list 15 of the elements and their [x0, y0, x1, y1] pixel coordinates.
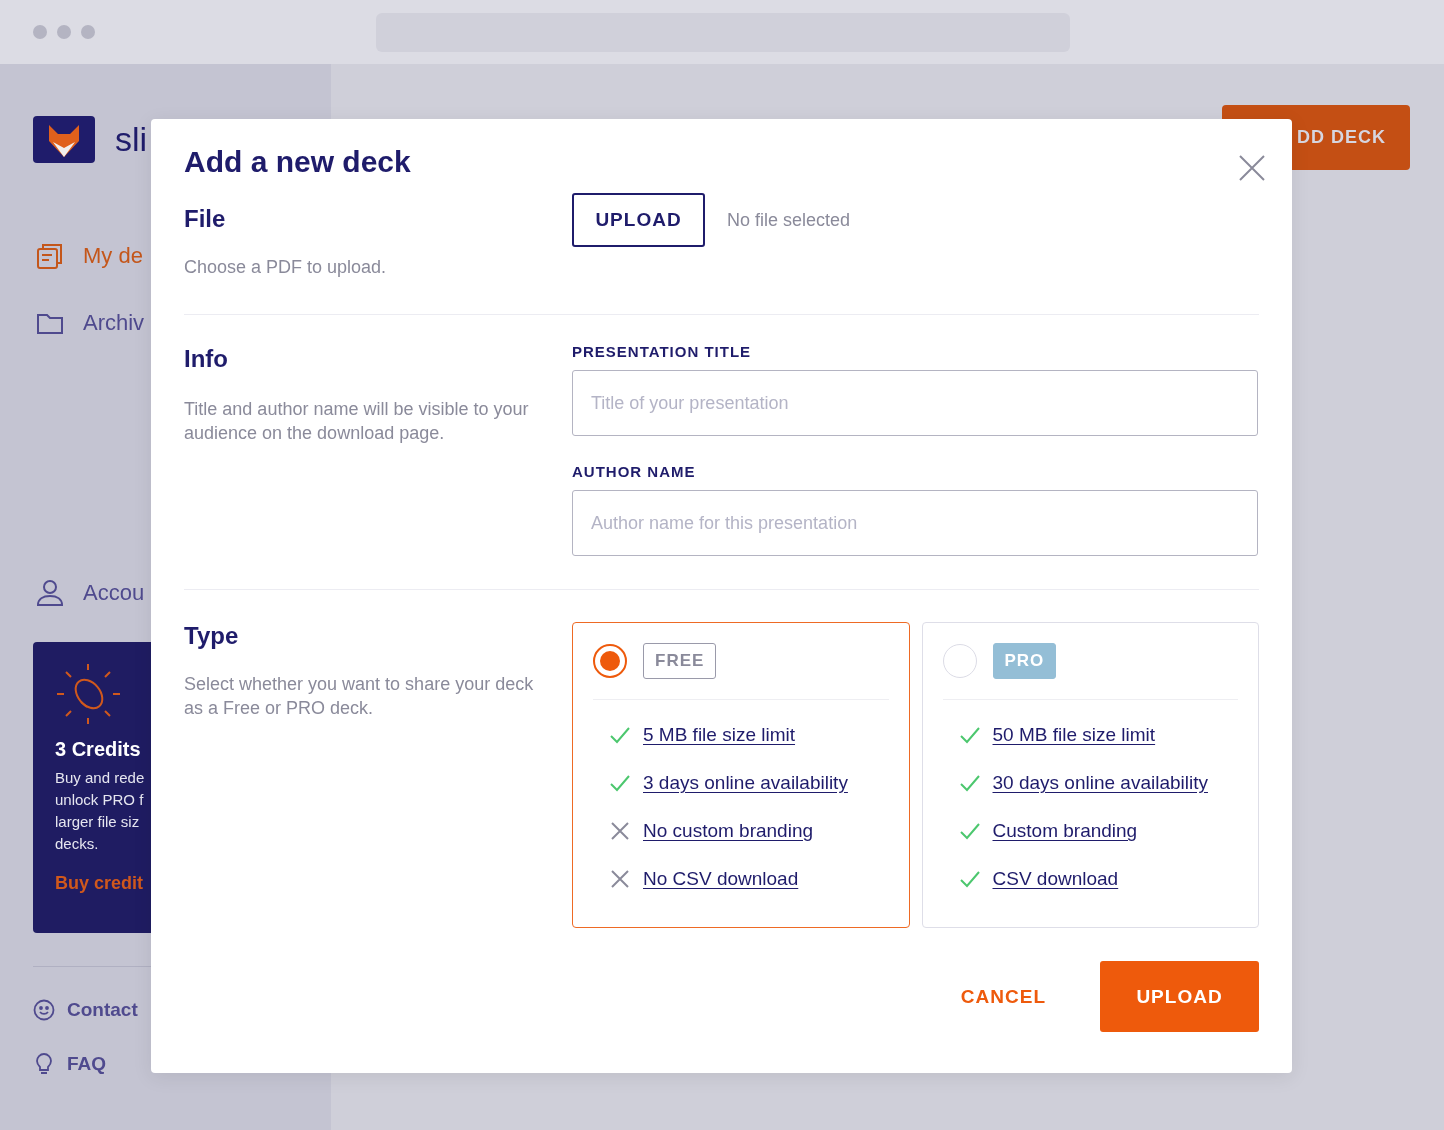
credits-title: 3 Credits: [55, 738, 142, 761]
field-label: PRESENTATION TITLE: [572, 343, 753, 360]
section-heading: Type: [184, 622, 240, 650]
section-heading: Info: [184, 345, 229, 373]
dialog-title: Add a new deck: [184, 145, 411, 179]
section-description: Choose a PDF to upload.: [184, 256, 388, 279]
plan-badge: FREE: [643, 643, 717, 679]
section-description: Title and author name will be visible to your audience on the download page.: [184, 398, 530, 445]
brand-name: sli: [115, 120, 148, 159]
credits-description: Buy and rede unlock PRO f larger file siz decks.: [55, 768, 146, 854]
section-description: Select whether you want to share your deck as a Free or PRO deck.: [184, 673, 535, 720]
plan-badge: PRO: [992, 643, 1057, 679]
section-heading: File: [184, 205, 227, 233]
field-label: AUTHOR NAME: [572, 463, 697, 480]
file-status: No file selected: [727, 209, 851, 231]
